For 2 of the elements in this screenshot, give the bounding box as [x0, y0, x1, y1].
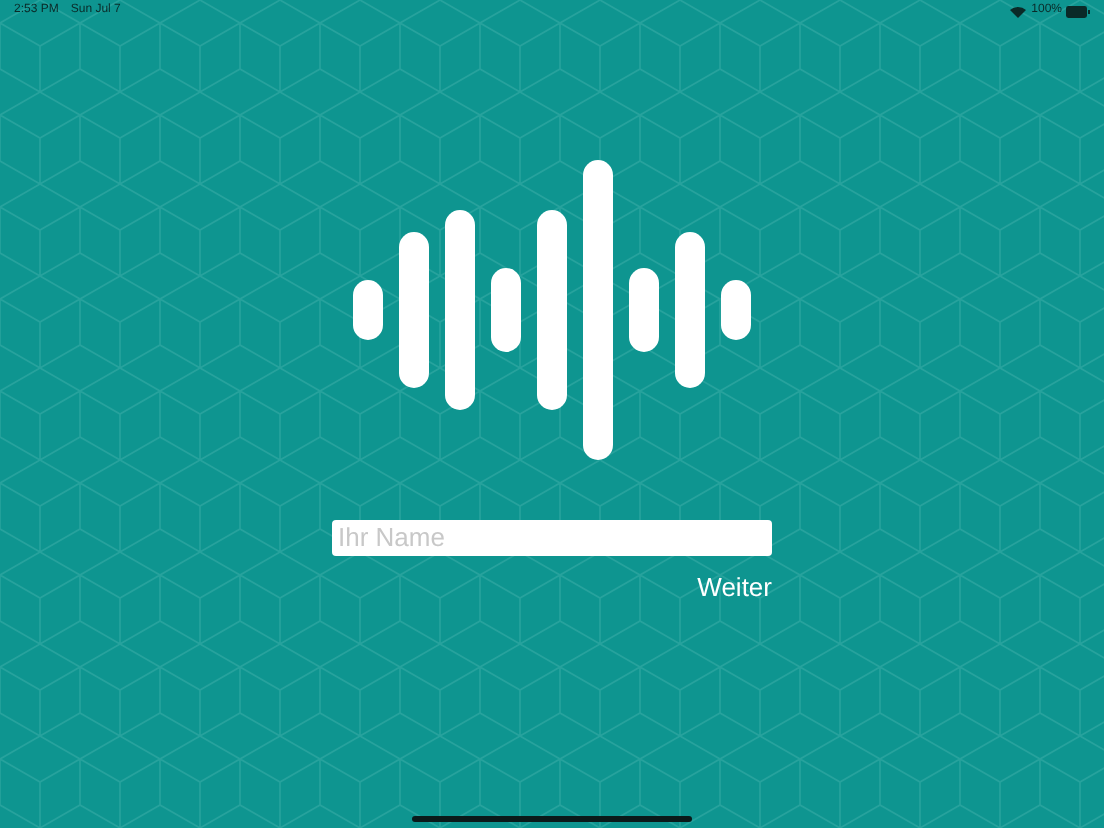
wifi-icon [1009, 5, 1026, 17]
next-button[interactable]: Weiter [697, 574, 772, 600]
